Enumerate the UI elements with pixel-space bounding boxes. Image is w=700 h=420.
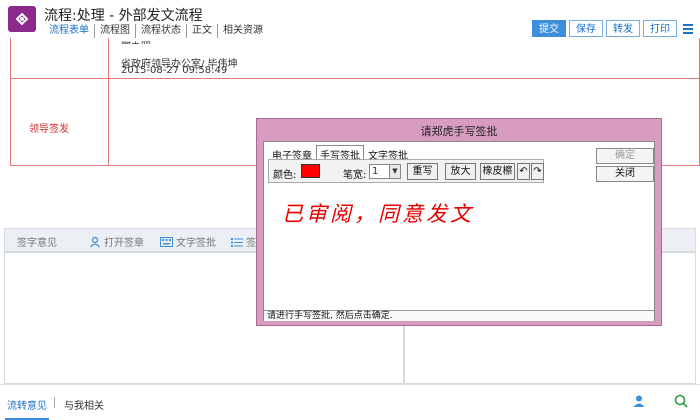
forward-button[interactable]: 转发 — [606, 20, 640, 37]
handwritten-opinion: 已审阅，同意发文 — [282, 202, 474, 226]
leader-sign-label: 领导签发 — [29, 124, 69, 135]
text-sign-button[interactable]: 文字签批 — [160, 234, 216, 249]
cut-off-text: 国办照 — [121, 38, 151, 44]
menu-icon[interactable] — [680, 20, 696, 37]
rewrite-button[interactable]: 重写 — [407, 163, 438, 180]
save-button[interactable]: 保存 — [569, 20, 603, 37]
confirm-button[interactable]: 确定 — [596, 148, 654, 164]
eraser-button[interactable]: 橡皮檫 — [480, 163, 515, 180]
tab-form[interactable]: 流程表单 — [44, 24, 95, 38]
dialog-title: 请郑虎手写签批 — [420, 125, 498, 138]
color-label: 颜色: — [273, 170, 297, 181]
zoom-button[interactable]: 放大 — [445, 163, 476, 180]
table-divider — [11, 78, 700, 79]
undo-icon[interactable]: ↶ — [517, 163, 530, 180]
action-bar: 提交 保存 转发 打印 — [532, 20, 696, 37]
open-sign-button[interactable]: 打开签章 — [89, 234, 144, 249]
app-header: 流程:处理 - 外部发文流程 流程表单 流程图 流程状态 正文 相关资源 提交 … — [0, 0, 700, 38]
search-icon[interactable] — [674, 394, 688, 408]
chevron-down-icon[interactable]: ▼ — [389, 165, 400, 178]
handwriting-dialog: 请郑虎手写签批 电子签章 手写签批 文字签批 颜色: 笔宽: 1 ▼ 重写 放大… — [256, 118, 662, 326]
dialog-body: 电子签章 手写签批 文字签批 颜色: 笔宽: 1 ▼ 重写 放大 橡皮檫 ↶ ↷… — [263, 141, 655, 321]
list-sign-button[interactable]: 签 — [231, 234, 256, 249]
list-icon — [231, 237, 243, 247]
opinion-label: 签字意见 — [17, 238, 57, 249]
redo-icon[interactable]: ↷ — [531, 163, 544, 180]
table-divider — [108, 38, 109, 166]
tab-related-resources[interactable]: 相关资源 — [218, 24, 268, 38]
tab-related-to-me[interactable]: 与我相关 — [64, 397, 104, 412]
tab-flow-status[interactable]: 流程状态 — [136, 24, 187, 38]
pen-width-label: 笔宽: — [343, 170, 367, 181]
close-button[interactable]: 关闭 — [596, 166, 654, 182]
dialog-status-bar: 请进行手写签批, 然后点击确定. — [264, 310, 654, 321]
form-tabs: 流程表单 流程图 流程状态 正文 相关资源 — [44, 24, 268, 38]
user-icon — [90, 236, 100, 247]
handwriting-canvas[interactable]: 已审阅，同意发文 — [268, 186, 652, 310]
submit-button[interactable]: 提交 — [532, 20, 566, 37]
keyboard-icon — [160, 236, 173, 247]
user-icon[interactable] — [632, 394, 646, 408]
pen-toolbar: 颜色: 笔宽: 1 ▼ 重写 放大 橡皮檫 ↶ ↷ — [268, 159, 544, 183]
footer-bar: 流转意见 与我相关 — [0, 384, 700, 420]
tab-flow-opinions[interactable]: 流转意见 — [5, 397, 49, 420]
pen-color-picker[interactable] — [301, 164, 320, 178]
tab-body-text[interactable]: 正文 — [187, 24, 218, 38]
pen-width-select[interactable]: 1 ▼ — [369, 164, 401, 179]
print-button[interactable]: 打印 — [643, 20, 677, 37]
app-logo-icon — [8, 6, 36, 32]
tab-flowchart[interactable]: 流程图 — [95, 24, 136, 38]
page-title: 流程:处理 - 外部发文流程 — [44, 8, 203, 24]
footer-divider — [54, 397, 55, 408]
opinion-timestamp: 2015-08-27 09:58:49 — [121, 65, 228, 76]
